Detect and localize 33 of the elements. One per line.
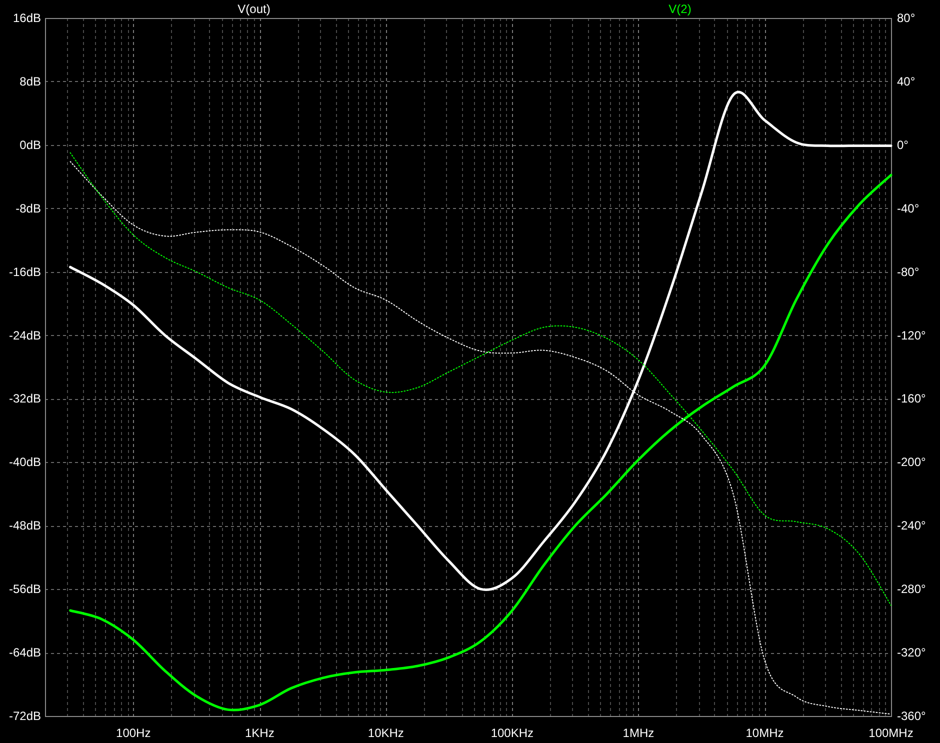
axis-tick-label: 10MHz xyxy=(746,726,784,740)
axis-tick-label: 100Hz xyxy=(116,726,151,740)
axis-tick-label: -240° xyxy=(897,518,926,533)
axis-tick-label: 1KHz xyxy=(244,726,274,740)
trace-label: V(out) xyxy=(238,2,270,16)
axis-tick-label: -40dB xyxy=(8,455,41,470)
axis-tick-label: -40° xyxy=(897,201,920,216)
axis-tick-label: 80° xyxy=(897,11,916,25)
axis-tick-label: 8dB xyxy=(20,74,41,88)
trace-label: V(2) xyxy=(668,2,692,16)
axis-tick-label: -72dB xyxy=(8,709,41,723)
axis-tick-label: -8dB xyxy=(16,201,41,216)
axis-tick-label: -320° xyxy=(897,646,926,660)
axis-tick-label: 10KHz xyxy=(368,726,404,740)
axis-tick-label: -200° xyxy=(897,455,926,470)
axis-tick-label: -56dB xyxy=(8,582,41,596)
axis-tick-label: -24dB xyxy=(8,328,41,342)
axis-tick-label: -16dB xyxy=(8,264,41,279)
axis-tick-label: -360° xyxy=(897,709,926,723)
axis-tick-label: -120° xyxy=(897,328,926,342)
axis-tick-label: 0° xyxy=(897,138,908,152)
axis-tick-label: -160° xyxy=(897,392,926,406)
axis-tick-label: 100MHz xyxy=(868,726,914,740)
axis-tick-label: -64dB xyxy=(8,646,41,660)
axis-tick-label: -280° xyxy=(897,582,926,596)
axis-tick-label: -80° xyxy=(897,264,920,279)
axis-tick-label: 1MHz xyxy=(622,726,654,740)
axis-tick-label: 16dB xyxy=(12,11,41,25)
axis-tick-label: 40° xyxy=(897,74,916,88)
axis-tick-label: -48dB xyxy=(8,518,41,533)
axis-tick-label: -32dB xyxy=(8,392,41,406)
axis-tick-label: 0dB xyxy=(20,138,41,152)
axis-tick-label: 100KHz xyxy=(490,726,534,740)
